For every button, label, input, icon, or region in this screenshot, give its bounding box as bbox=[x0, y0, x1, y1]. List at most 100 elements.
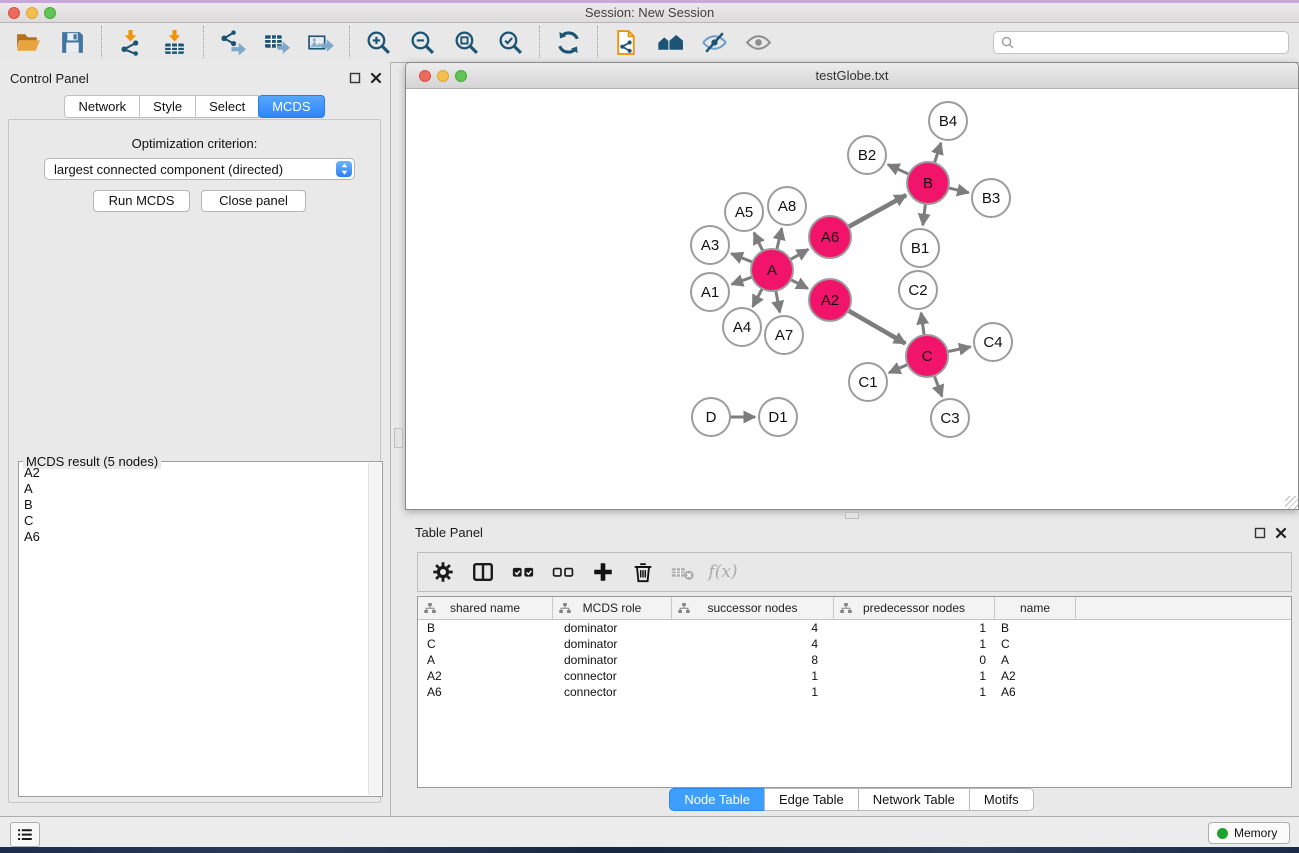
result-scrollbar[interactable] bbox=[368, 463, 381, 795]
unselect-all-columns-button[interactable] bbox=[550, 559, 576, 585]
graph-node-C[interactable]: C bbox=[906, 335, 948, 377]
graph-edge-B-B3[interactable] bbox=[946, 187, 968, 192]
close-window-button[interactable] bbox=[8, 7, 20, 19]
tab-style[interactable]: Style bbox=[139, 95, 196, 118]
table-cell[interactable]: connector bbox=[553, 685, 672, 699]
memory-button[interactable]: Memory bbox=[1208, 822, 1290, 844]
table-cell[interactable]: A2 bbox=[995, 669, 1076, 683]
table-cell[interactable]: C bbox=[418, 637, 553, 651]
zoom-in-button[interactable] bbox=[364, 28, 393, 57]
open-folder-button[interactable] bbox=[14, 28, 43, 57]
column-header-predecessor-nodes[interactable]: predecessor nodes bbox=[834, 597, 995, 619]
mcds-result-item[interactable]: B bbox=[20, 497, 368, 513]
refresh-network-button[interactable] bbox=[554, 28, 583, 57]
table-cell[interactable]: dominator bbox=[553, 653, 672, 667]
graph-node-D1[interactable]: D1 bbox=[759, 398, 797, 436]
graph-node-C3[interactable]: C3 bbox=[931, 399, 969, 437]
table-row[interactable]: Cdominator41C bbox=[418, 636, 1291, 652]
table-cell[interactable]: C bbox=[995, 637, 1076, 651]
table-cell[interactable]: 1 bbox=[834, 685, 995, 699]
table-row[interactable]: A6connector11A6 bbox=[418, 684, 1291, 700]
graph-edge-A-A8[interactable] bbox=[776, 228, 781, 251]
network-close-button[interactable] bbox=[419, 70, 431, 82]
new-network-from-file-button[interactable] bbox=[612, 28, 641, 57]
column-header-successor-nodes[interactable]: successor nodes bbox=[672, 597, 834, 619]
graph-node-B3[interactable]: B3 bbox=[972, 179, 1010, 217]
tab-network-table[interactable]: Network Table bbox=[858, 788, 970, 811]
export-table-button[interactable] bbox=[262, 28, 291, 57]
graph-node-C1[interactable]: C1 bbox=[849, 363, 887, 401]
network-window-titlebar[interactable]: testGlobe.txt bbox=[406, 63, 1298, 89]
graph-edge-C-C1[interactable] bbox=[889, 364, 910, 373]
tab-select[interactable]: Select bbox=[195, 95, 259, 118]
graph-node-C4[interactable]: C4 bbox=[974, 323, 1012, 361]
table-cell[interactable]: 4 bbox=[672, 621, 834, 635]
graph-node-A6[interactable]: A6 bbox=[809, 216, 851, 258]
graph-edge-A-A5[interactable] bbox=[754, 233, 764, 253]
minimize-window-button[interactable] bbox=[26, 7, 38, 19]
table-cell[interactable]: 1 bbox=[834, 621, 995, 635]
graph-node-D[interactable]: D bbox=[692, 398, 730, 436]
graph-edge-B-B2[interactable] bbox=[888, 165, 911, 175]
graph-edge-A2-C[interactable] bbox=[846, 309, 905, 343]
network-zoom-button[interactable] bbox=[455, 70, 467, 82]
graph-node-B4[interactable]: B4 bbox=[929, 102, 967, 140]
tab-motifs[interactable]: Motifs bbox=[969, 788, 1034, 811]
graph-node-A8[interactable]: A8 bbox=[768, 187, 806, 225]
graph-edge-B-B1[interactable] bbox=[923, 202, 926, 225]
graph-edge-A-A3[interactable] bbox=[731, 254, 754, 263]
table-row[interactable]: Adominator80A bbox=[418, 652, 1291, 668]
table-cell[interactable]: dominator bbox=[553, 637, 672, 651]
import-table-button[interactable] bbox=[160, 28, 189, 57]
graph-node-A1[interactable]: A1 bbox=[691, 273, 729, 311]
select-all-columns-button[interactable] bbox=[510, 559, 536, 585]
show-graphics-details-button[interactable] bbox=[744, 28, 773, 57]
graph-node-A2[interactable]: A2 bbox=[809, 279, 851, 321]
graph-node-B1[interactable]: B1 bbox=[901, 229, 939, 267]
table-cell[interactable]: A bbox=[418, 653, 553, 667]
zoom-window-button[interactable] bbox=[44, 7, 56, 19]
save-session-button[interactable] bbox=[58, 28, 87, 57]
table-cell[interactable]: B bbox=[418, 621, 553, 635]
vertical-splitter-handle[interactable] bbox=[394, 428, 403, 448]
optimization-criterion-select[interactable]: largest connected component (directed) bbox=[44, 158, 355, 180]
zoom-selected-button[interactable] bbox=[496, 28, 525, 57]
run-mcds-button[interactable]: Run MCDS bbox=[93, 190, 190, 212]
graph-edge-C-C2[interactable] bbox=[921, 313, 924, 337]
import-network-button[interactable] bbox=[116, 28, 145, 57]
graph-edge-A-A2[interactable] bbox=[789, 279, 808, 289]
table-cell[interactable]: dominator bbox=[553, 621, 672, 635]
table-cell[interactable]: B bbox=[995, 621, 1076, 635]
close-panel-button[interactable]: Close panel bbox=[201, 190, 306, 212]
close-panel-icon[interactable] bbox=[370, 71, 382, 83]
table-cell[interactable]: 4 bbox=[672, 637, 834, 651]
graph-edge-B-B4[interactable] bbox=[934, 143, 941, 165]
table-cell[interactable]: A6 bbox=[995, 685, 1076, 699]
column-header-shared-name[interactable]: shared name bbox=[418, 597, 553, 619]
tab-edge-table[interactable]: Edge Table bbox=[764, 788, 859, 811]
graph-edge-A-A6[interactable] bbox=[789, 249, 809, 260]
table-cell[interactable]: 1 bbox=[834, 637, 995, 651]
graph-edge-A-A1[interactable] bbox=[732, 276, 754, 284]
graph-node-A7[interactable]: A7 bbox=[765, 316, 803, 354]
task-history-button[interactable] bbox=[10, 822, 40, 847]
table-cell[interactable]: 0 bbox=[834, 653, 995, 667]
search-input[interactable] bbox=[1015, 34, 1288, 52]
float-table-panel-icon[interactable] bbox=[1254, 526, 1266, 538]
float-panel-icon[interactable] bbox=[349, 71, 361, 83]
table-cell[interactable]: connector bbox=[553, 669, 672, 683]
delete-columns-button[interactable] bbox=[630, 559, 656, 585]
table-settings-button[interactable] bbox=[430, 559, 456, 585]
graph-edge-A-A7[interactable] bbox=[775, 289, 779, 313]
graph-edge-A6-B[interactable] bbox=[847, 195, 906, 228]
graph-node-B[interactable]: B bbox=[907, 162, 949, 204]
tab-node-table[interactable]: Node Table bbox=[669, 788, 765, 811]
network-minimize-button[interactable] bbox=[437, 70, 449, 82]
horizontal-splitter-handle[interactable] bbox=[845, 512, 859, 519]
show-home-button[interactable] bbox=[656, 28, 685, 57]
zoom-out-button[interactable] bbox=[408, 28, 437, 57]
graph-node-A5[interactable]: A5 bbox=[725, 193, 763, 231]
table-cell[interactable]: A2 bbox=[418, 669, 553, 683]
mcds-result-item[interactable]: A bbox=[20, 481, 368, 497]
resize-handle[interactable] bbox=[1285, 496, 1298, 509]
